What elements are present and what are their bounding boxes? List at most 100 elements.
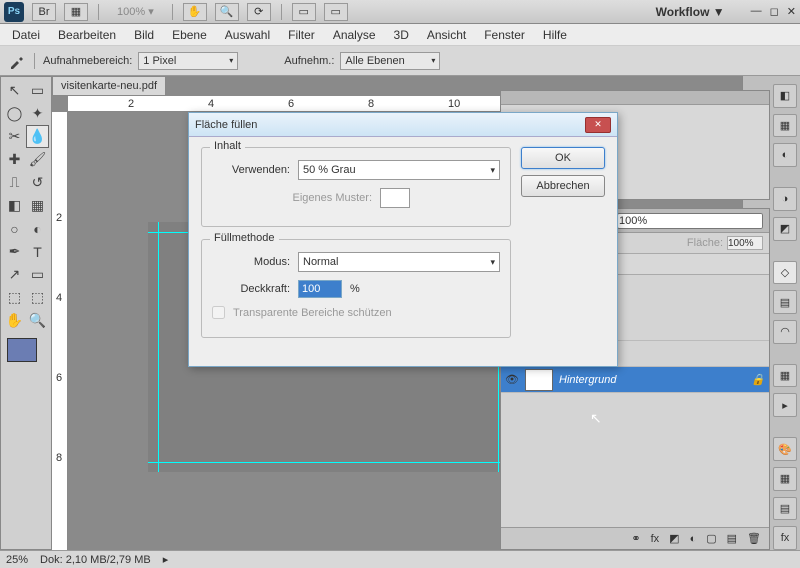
- opacity-input[interactable]: [298, 280, 342, 298]
- history-brush-tool[interactable]: ↺: [26, 171, 49, 194]
- menu-fenster[interactable]: Fenster: [484, 28, 525, 42]
- use-combo[interactable]: 50 % Grau: [298, 160, 500, 180]
- fill-dialog: Fläche füllen ✕ Inhalt Verwenden: 50 % G…: [188, 112, 618, 367]
- visibility-icon[interactable]: 👁: [505, 373, 519, 387]
- styles-panel-icon[interactable]: ◐: [773, 143, 797, 167]
- dialog-titlebar[interactable]: Fläche füllen ✕: [189, 113, 617, 137]
- layers-footer: ⚭ fx ◩ ◐ ▢ ▤ 🗑: [501, 527, 769, 549]
- link-icon[interactable]: ⚭: [631, 532, 640, 545]
- camera-tool[interactable]: ⬚: [26, 286, 49, 309]
- menu-filter[interactable]: Filter: [288, 28, 315, 42]
- menu-hilfe[interactable]: Hilfe: [543, 28, 567, 42]
- menu-3d[interactable]: 3D: [394, 28, 409, 42]
- layer-row[interactable]: 👁 Hintergrund 🔒: [501, 367, 769, 393]
- arrange-button[interactable]: ▭: [292, 3, 316, 21]
- type-tool[interactable]: T: [26, 240, 49, 263]
- blur-tool[interactable]: ○: [3, 217, 26, 240]
- sample-size-combo[interactable]: 1 Pixel: [138, 52, 238, 70]
- ok-button[interactable]: OK: [521, 147, 605, 169]
- mode-label: Modus:: [212, 256, 290, 268]
- path-tool[interactable]: ↗: [3, 263, 26, 286]
- hand-tool[interactable]: ✋: [3, 309, 26, 332]
- 3d-tool[interactable]: ⬚: [3, 286, 26, 309]
- menu-ansicht[interactable]: Ansicht: [427, 28, 466, 42]
- status-arrow-icon[interactable]: ▸: [163, 553, 169, 566]
- layer-thumbnail: [525, 369, 553, 391]
- brush-tool[interactable]: 🖌: [26, 148, 49, 171]
- preserve-label: Transparente Bereiche schützen: [233, 307, 392, 319]
- screen-mode-button[interactable]: ▭: [324, 3, 348, 21]
- bridge-button[interactable]: Br: [32, 3, 56, 21]
- dialog-title: Fläche füllen: [195, 119, 257, 131]
- menu-bar: Datei Bearbeiten Bild Ebene Auswahl Filt…: [0, 24, 800, 46]
- tool-presets-panel-icon[interactable]: fx: [773, 526, 797, 550]
- menu-bearbeiten[interactable]: Bearbeiten: [58, 28, 116, 42]
- color-panel-icon[interactable]: ◧: [773, 84, 797, 108]
- group-icon[interactable]: ▢: [706, 532, 716, 545]
- eraser-tool[interactable]: ◧: [3, 194, 26, 217]
- zoom-status[interactable]: 25%: [6, 554, 28, 566]
- move-tool[interactable]: ↖: [3, 79, 26, 102]
- close-icon[interactable]: ✕: [787, 5, 796, 18]
- cancel-button[interactable]: Abbrechen: [521, 175, 605, 197]
- menu-auswahl[interactable]: Auswahl: [225, 28, 270, 42]
- document-tab[interactable]: visitenkarte-neu.pdf: [52, 76, 166, 96]
- gradient-tool[interactable]: ▦: [26, 194, 49, 217]
- pen-tool[interactable]: ✒: [3, 240, 26, 263]
- dialog-close-button[interactable]: ✕: [585, 117, 611, 133]
- dodge-tool[interactable]: ◐: [26, 217, 49, 240]
- status-bar: 25% Dok: 2,10 MB/2,79 MB ▸: [0, 550, 800, 568]
- new-layer-icon[interactable]: ▤: [727, 532, 737, 545]
- mode-combo[interactable]: Normal: [298, 252, 500, 272]
- lasso-tool[interactable]: ◯: [3, 102, 26, 125]
- zoom-tool-button[interactable]: 🔍: [215, 3, 239, 21]
- navigator-panel-icon[interactable]: ▦: [773, 467, 797, 491]
- crop-tool[interactable]: ✂: [3, 125, 26, 148]
- wand-tool[interactable]: ✦: [26, 102, 49, 125]
- foreground-swatch[interactable]: [7, 338, 37, 362]
- heal-tool[interactable]: ✚: [3, 148, 26, 171]
- zoom-level[interactable]: 100% ▾: [109, 5, 162, 18]
- content-fieldset: Inhalt Verwenden: 50 % Grau Eigenes Must…: [201, 147, 511, 227]
- fill-label: Fläche:: [687, 237, 723, 249]
- fill-input[interactable]: [727, 236, 763, 250]
- shape-tool[interactable]: ▭: [26, 263, 49, 286]
- opacity-label: Deckkraft:: [212, 283, 290, 295]
- marquee-tool[interactable]: ▭: [26, 79, 49, 102]
- mask-icon[interactable]: ◩: [669, 532, 679, 545]
- history-panel-icon[interactable]: ▦: [773, 364, 797, 388]
- hand-tool-button[interactable]: ✋: [183, 3, 207, 21]
- swatches-panel-icon[interactable]: ▦: [773, 114, 797, 138]
- minimize-icon[interactable]: —: [751, 5, 762, 18]
- menu-datei[interactable]: Datei: [12, 28, 40, 42]
- fx-icon[interactable]: fx: [651, 533, 660, 545]
- rotate-view-button[interactable]: ⟳: [247, 3, 271, 21]
- mini-bridge-button[interactable]: ▦: [64, 3, 88, 21]
- brushes-panel-icon[interactable]: ▤: [773, 497, 797, 521]
- doc-size-status: Dok: 2,10 MB/2,79 MB: [40, 554, 151, 566]
- blending-fieldset: Füllmethode Modus: Normal Deckkraft: % T…: [201, 239, 511, 338]
- menu-analyse[interactable]: Analyse: [333, 28, 376, 42]
- adjust-icon[interactable]: ◐: [690, 533, 697, 545]
- workspace-switcher[interactable]: Workflow ▼: [650, 5, 731, 19]
- lock-icon: 🔒: [751, 373, 765, 386]
- masks-panel-icon[interactable]: ◩: [773, 217, 797, 241]
- menu-ebene[interactable]: Ebene: [172, 28, 207, 42]
- adjustments-panel-icon[interactable]: ◑: [773, 187, 797, 211]
- trash-icon[interactable]: 🗑: [747, 532, 761, 545]
- opacity-input[interactable]: [617, 213, 763, 229]
- maximize-icon[interactable]: ◻: [770, 5, 779, 18]
- blending-legend: Füllmethode: [210, 232, 279, 244]
- eyedropper-tool[interactable]: 💧: [26, 125, 49, 148]
- layers-panel-icon[interactable]: ◇: [773, 261, 797, 285]
- paths-panel-icon[interactable]: ◠: [773, 320, 797, 344]
- sample-label: Aufnehm.:: [284, 55, 334, 67]
- channels-panel-icon[interactable]: ▤: [773, 290, 797, 314]
- sample-combo[interactable]: Alle Ebenen: [340, 52, 440, 70]
- stamp-tool[interactable]: ⎍: [3, 171, 26, 194]
- info-panel-icon[interactable]: 🎨: [773, 437, 797, 461]
- actions-panel-icon[interactable]: ▸: [773, 393, 797, 417]
- zoom-tool[interactable]: 🔍: [26, 309, 49, 332]
- menu-bild[interactable]: Bild: [134, 28, 154, 42]
- toolbox: ↖ ▭ ◯ ✦ ✂ 💧 ✚ 🖌 ⎍ ↺ ◧ ▦ ○ ◐ ✒ T ↗ ▭ ⬚ ⬚ …: [0, 76, 52, 550]
